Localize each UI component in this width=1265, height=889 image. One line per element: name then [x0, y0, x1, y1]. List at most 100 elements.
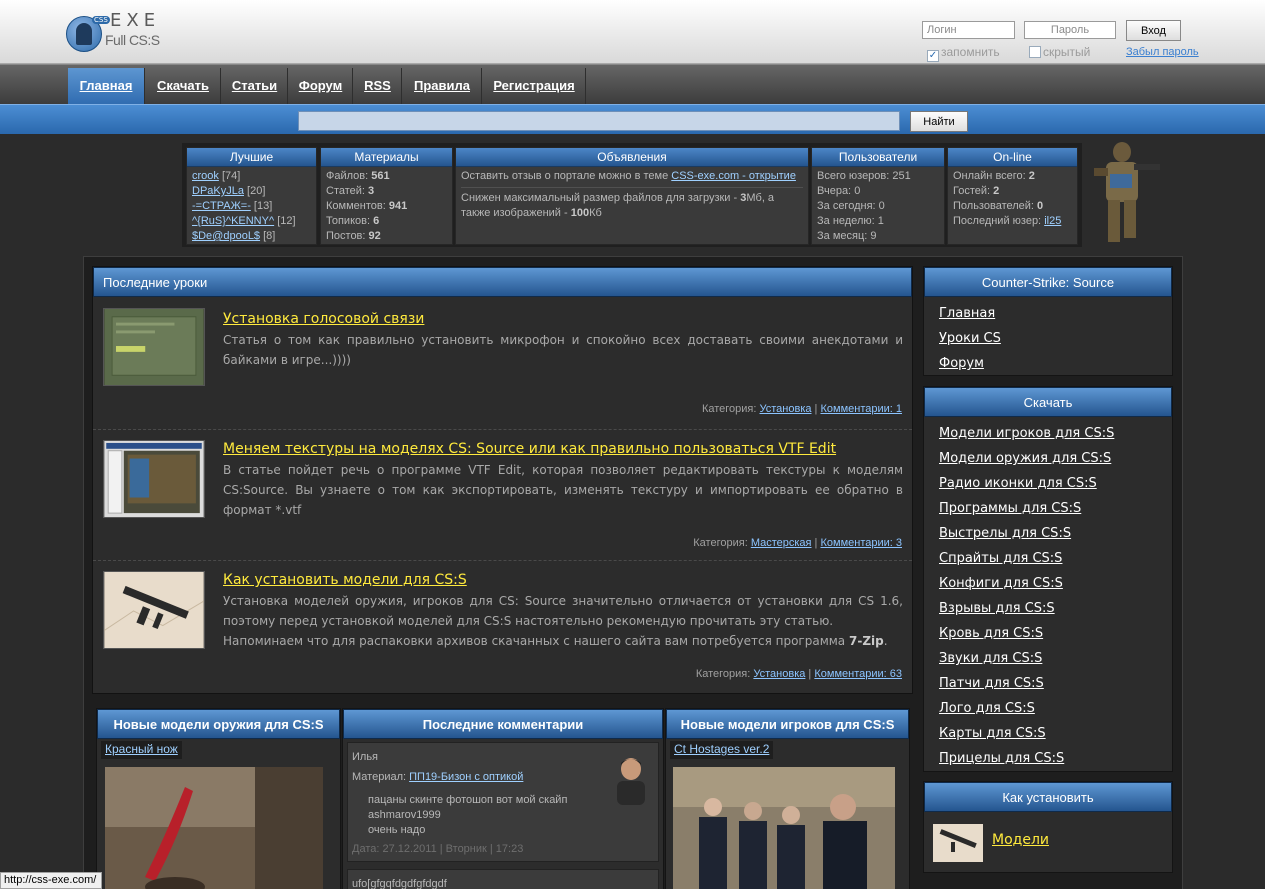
logo-exe-text: EXE — [110, 10, 161, 31]
best-users-title: Лучшие — [187, 148, 316, 167]
login-input[interactable]: Логин — [922, 21, 1015, 39]
checkbox-checked-icon[interactable]: ✓ — [927, 50, 939, 62]
download-link-configs[interactable]: Конфиги для CS:S — [939, 571, 1172, 596]
download-link-explosions[interactable]: Взрывы для CS:S — [939, 596, 1172, 621]
download-link-maps[interactable]: Карты для CS:S — [939, 721, 1172, 746]
nav-item-rss[interactable]: RSS — [354, 68, 402, 105]
download-link-shots[interactable]: Выстрелы для CS:S — [939, 521, 1172, 546]
new-weapon-models-block: Новые модели оружия для CS:S Красный нож — [96, 708, 341, 889]
lesson-title-link[interactable]: Как установить модели для CS:S — [223, 572, 467, 588]
best-users-block: Лучшие crook [74] DPaKyJLa [20] -=CTPAЖ=… — [186, 147, 317, 245]
nav-item-registration[interactable]: Регистрация — [483, 68, 586, 105]
lesson-category-link[interactable]: Установка — [753, 668, 805, 680]
download-link-programs[interactable]: Программы для CS:S — [939, 496, 1172, 521]
best-user-row: ^{RuS}^KENNY^ [12] — [192, 215, 296, 227]
new-player-models-title: Новые модели игроков для CS:S — [666, 709, 909, 739]
login-button[interactable]: Вход — [1126, 20, 1181, 41]
howto-models-link[interactable]: Модели — [992, 832, 1049, 848]
lesson-thumbnail[interactable] — [103, 571, 205, 649]
users-stat-row: За сегодня: 0 — [817, 200, 885, 212]
best-user-row: $De@dpooL$ [8] — [192, 230, 276, 242]
online-stat-row: Онлайн всего: 2 — [953, 170, 1035, 182]
announcements-title: Объявления — [456, 148, 808, 167]
online-title: On-line — [948, 148, 1077, 167]
browser-status-bar: http://css-exe.com/ — [0, 872, 102, 889]
lesson-title-link[interactable]: Меняем текстуры на моделях CS: Source ил… — [223, 441, 836, 457]
search-input[interactable] — [298, 111, 900, 131]
lesson-category-link[interactable]: Мастерская — [751, 537, 812, 549]
lesson-thumbnail[interactable] — [103, 440, 205, 518]
users-stat-row: За неделю: 1 — [817, 215, 884, 227]
best-user-link[interactable]: DPaKyJLa — [192, 185, 244, 197]
nav-item-articles[interactable]: Статьи — [222, 68, 288, 105]
lesson-item: Установка голосовой связи Статья о том к… — [93, 298, 912, 430]
nav-item-home[interactable]: Главная — [68, 68, 145, 105]
download-link-sprites[interactable]: Спрайты для CS:S — [939, 546, 1172, 571]
sidebar-link-forum[interactable]: Форум — [939, 351, 1172, 376]
nav-item-rules[interactable]: Правила — [403, 68, 482, 105]
best-user-link[interactable]: -=CTPAЖ=- — [192, 200, 251, 212]
howto-thumbnail[interactable] — [933, 824, 983, 862]
lesson-category-link[interactable]: Установка — [760, 403, 812, 415]
search-button[interactable]: Найти — [910, 111, 968, 132]
lesson-comments-link[interactable]: Комментарии: 1 — [820, 403, 902, 415]
lesson-title-link[interactable]: Установка голосовой связи — [223, 311, 424, 327]
checkbox-unchecked-icon[interactable] — [1029, 46, 1041, 58]
latest-lessons-title: Последние уроки — [93, 267, 912, 297]
comment-material-link[interactable]: ПП19-Бизон с оптикой — [409, 771, 523, 783]
comment-text: пацаны скинте фотошоп вот мой скайп ashm… — [368, 794, 568, 836]
materials-title: Материалы — [321, 148, 452, 167]
weapon-model-link[interactable]: Красный нож — [101, 741, 182, 759]
site-logo[interactable]: CSS EXE Full CS:S — [66, 10, 166, 54]
site-header: CSS EXE Full CS:S Логин Пароль Вход ✓ зап… — [0, 0, 1265, 64]
download-link-weapon-models[interactable]: Модели оружия для CS:S — [939, 446, 1172, 471]
online-stat-row: Пользователей: 0 — [953, 200, 1044, 212]
hidden-checkbox[interactable]: скрытый — [1029, 45, 1090, 59]
latest-lessons-block: Последние уроки Установка голосовой связ… — [92, 266, 913, 694]
sidebar-link-home[interactable]: Главная — [939, 301, 1172, 326]
sidebar-link-lessons[interactable]: Уроки CS — [939, 326, 1172, 351]
player-model-link[interactable]: Ct Hostages ver.2 — [670, 741, 774, 759]
download-link-sounds[interactable]: Звуки для CS:S — [939, 646, 1172, 671]
best-user-link[interactable]: crook — [192, 170, 219, 182]
lesson-item: Меняем текстуры на моделях CS: Source ил… — [93, 430, 912, 561]
announcement-item: Снижен максимальный размер файлов для за… — [461, 192, 775, 219]
users-stat-row: Вчера: 0 — [817, 185, 861, 197]
last-user-link[interactable]: il25 — [1044, 215, 1061, 227]
best-user-link[interactable]: $De@dpooL$ — [192, 230, 260, 242]
howto-title: Как установить — [924, 782, 1172, 812]
forgot-password-link[interactable]: Забыл пароль — [1126, 46, 1199, 58]
nav-item-download[interactable]: Скачать — [146, 68, 221, 105]
material-stat-row: Топиков: 6 — [326, 215, 380, 227]
lesson-thumbnail[interactable] — [103, 308, 205, 386]
lesson-comments-link[interactable]: Комментарии: 63 — [814, 668, 902, 680]
online-block: On-line Онлайн всего: 2 Гостей: 2 Пользо… — [947, 147, 1078, 245]
material-stat-row: Постов: 92 — [326, 230, 381, 242]
announcement-link[interactable]: CSS-exe.com - открытие — [671, 170, 796, 182]
download-link-crosshairs[interactable]: Прицелы для CS:S — [939, 746, 1172, 771]
download-link-blood[interactable]: Кровь для CS:S — [939, 621, 1172, 646]
new-player-models-block: Новые модели игроков для CS:S Ct Hostage… — [665, 708, 910, 889]
online-stat-row: Последний юзер: il25 — [953, 215, 1062, 227]
comment-author: ufo[gfgqfdgdfgfdgdf — [352, 878, 447, 889]
lesson-comments-link[interactable]: Комментарии: 3 — [820, 537, 902, 549]
download-link-player-models[interactable]: Модели игроков для CS:S — [939, 421, 1172, 446]
online-stat-row: Гостей: 2 — [953, 185, 1000, 197]
password-input[interactable]: Пароль — [1024, 21, 1116, 39]
download-link-logos[interactable]: Лого для CS:S — [939, 696, 1172, 721]
lesson-meta: Категория: Установка | Комментарии: 63 — [695, 668, 902, 680]
remember-checkbox[interactable]: ✓ запомнить — [927, 45, 1000, 62]
weapon-model-image[interactable] — [105, 767, 323, 889]
material-stat-row: Статей: 3 — [326, 185, 375, 197]
materials-block: Материалы Файлов: 561 Статей: 3 Комменто… — [320, 147, 453, 245]
best-user-row: DPaKyJLa [20] — [192, 185, 266, 197]
download-link-patches[interactable]: Патчи для CS:S — [939, 671, 1172, 696]
lesson-item: Как установить модели для CS:S Установка… — [93, 561, 912, 693]
latest-comments-title: Последние комментарии — [343, 709, 663, 739]
lesson-description: Установка моделей оружия, игроков для CS… — [223, 594, 903, 648]
download-link-radio-icons[interactable]: Радио иконки для CS:S — [939, 471, 1172, 496]
howto-block: Как установить Модели — [923, 781, 1173, 873]
player-model-image[interactable] — [673, 767, 895, 889]
best-user-link[interactable]: ^{RuS}^KENNY^ — [192, 215, 274, 227]
nav-item-forum[interactable]: Форум — [289, 68, 353, 105]
